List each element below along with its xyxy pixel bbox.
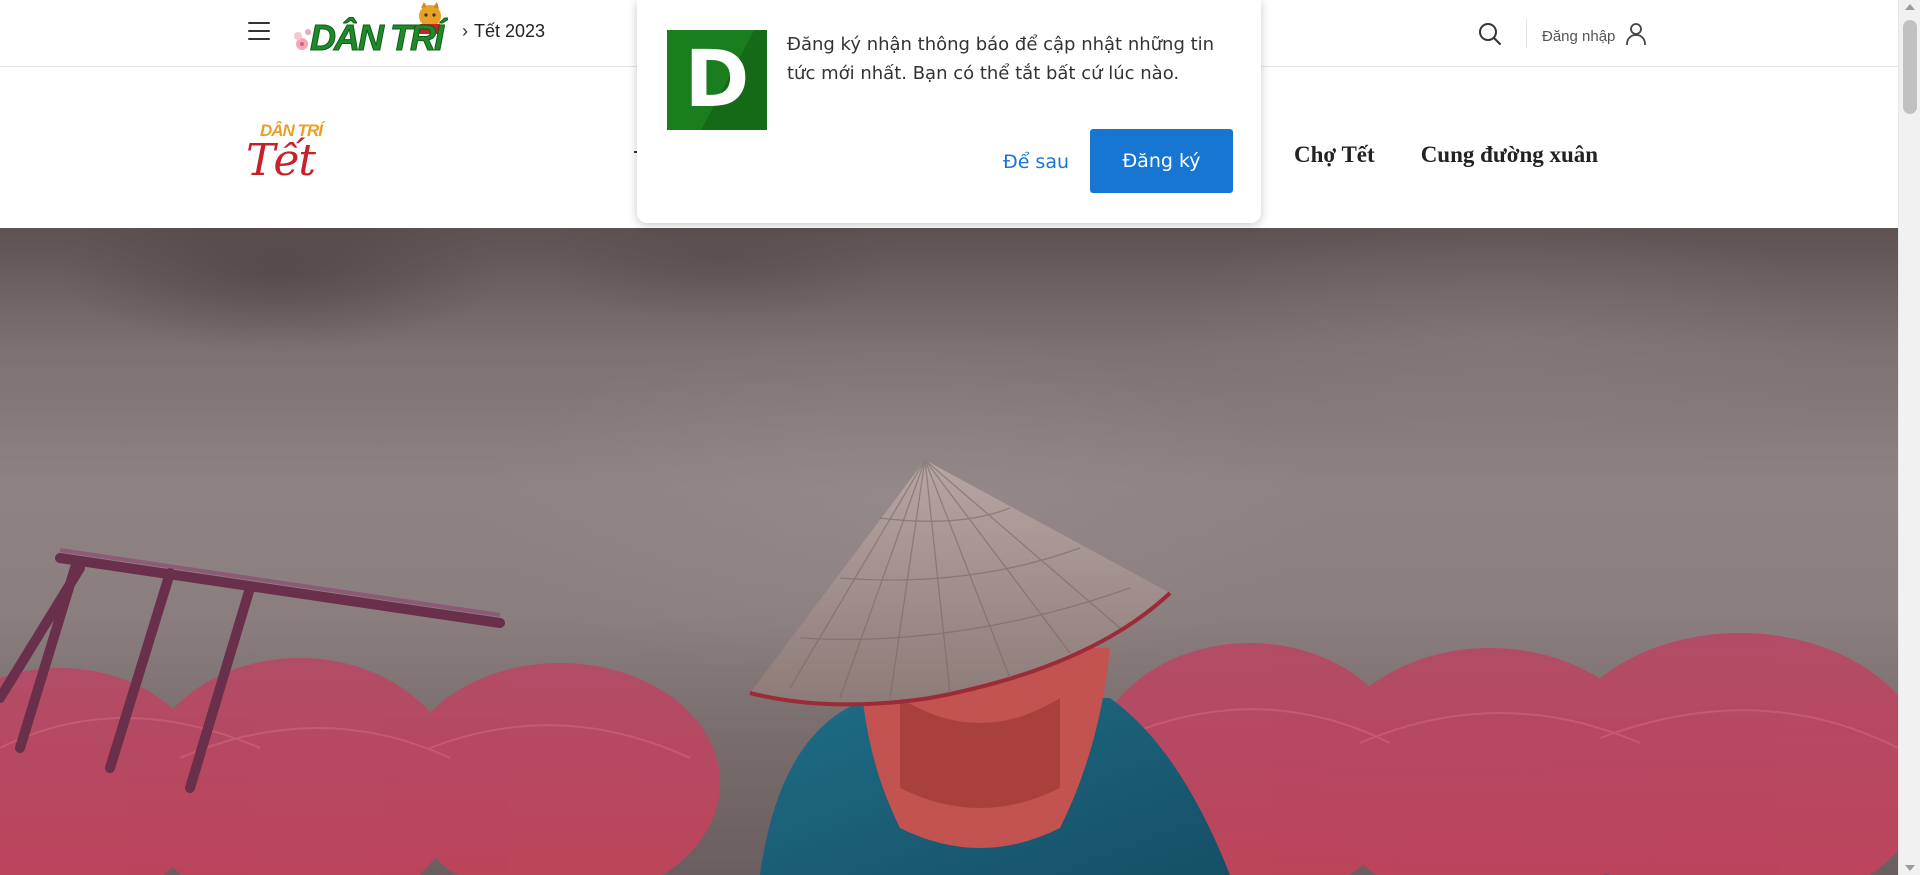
- brand-wordmark: DÂN TRÍ: [310, 16, 448, 58]
- hamburger-menu-icon[interactable]: [248, 22, 270, 42]
- scroll-up-arrow-icon[interactable]: [1905, 4, 1915, 10]
- logo-letter: D: [684, 35, 750, 125]
- login-label: Đăng nhập: [1542, 27, 1616, 45]
- breadcrumb: › Tết 2023: [462, 21, 545, 42]
- scroll-thumb[interactable]: [1903, 20, 1917, 114]
- login-button[interactable]: Đăng nhập: [1542, 22, 1647, 50]
- nav-item-cung-duong-xuan[interactable]: Cung đường xuân: [1421, 142, 1598, 168]
- prompt-message: Đăng ký nhận thông báo để cập nhật những…: [787, 34, 1215, 84]
- scroll-down-arrow-icon[interactable]: [1905, 865, 1915, 871]
- breadcrumb-separator: ›: [462, 21, 468, 41]
- tet-nav-items: Chợ Tết Cung đường xuân: [1294, 142, 1598, 168]
- nav-item-cho-tet[interactable]: Chợ Tết: [1294, 142, 1375, 168]
- later-button[interactable]: Để sau: [963, 134, 1109, 190]
- tet-logo-big: Tết: [246, 135, 316, 186]
- breadcrumb-current[interactable]: Tết 2023: [474, 21, 545, 42]
- vertical-scrollbar[interactable]: [1898, 0, 1920, 875]
- tet-logo[interactable]: DÂN TRÍ Tết: [246, 121, 346, 189]
- dantri-d-logo: D: [667, 30, 767, 130]
- subscribe-button[interactable]: Đăng ký: [1090, 129, 1233, 193]
- search-icon[interactable]: [1477, 21, 1503, 47]
- hero-photo: [0, 228, 1898, 875]
- dantri-logo[interactable]: DÂN TRÍ: [290, 2, 452, 62]
- divider: [1526, 18, 1527, 48]
- user-icon: [1625, 22, 1647, 50]
- push-notification-prompt: D Đăng ký nhận thông báo để cập nhật nhữ…: [637, 0, 1261, 223]
